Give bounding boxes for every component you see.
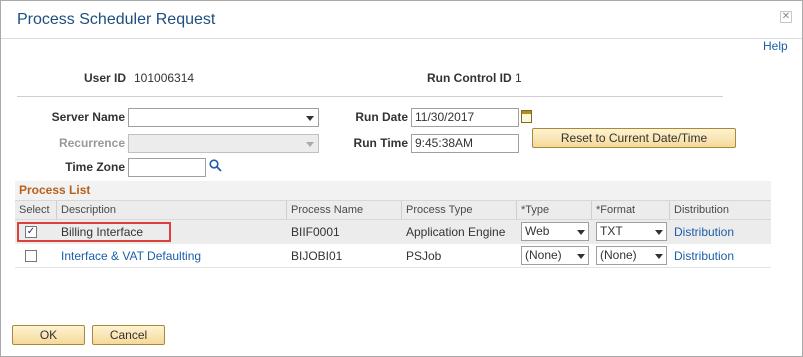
col-header-process-name: Process Name	[291, 204, 364, 216]
distribution-link[interactable]: Distribution	[674, 225, 734, 239]
process-scheduler-dialog: Process Scheduler Request ✕ Help User ID…	[0, 0, 803, 357]
row-process-name: BIIF0001	[291, 225, 340, 239]
time-zone-label: Time Zone	[65, 160, 125, 174]
reset-date-time-button[interactable]: Reset to Current Date/Time	[532, 128, 736, 148]
col-separator	[401, 201, 402, 221]
select-checkbox[interactable]	[25, 250, 37, 262]
run-date-label: Run Date	[355, 110, 408, 124]
cancel-button[interactable]: Cancel	[92, 325, 165, 345]
process-list-grid: Process List Select Description Process …	[15, 181, 771, 269]
user-id-value: 101006314	[134, 71, 195, 85]
time-zone-input[interactable]	[128, 158, 206, 177]
help-link[interactable]: Help	[763, 39, 788, 53]
chevron-down-icon[interactable]	[306, 116, 314, 121]
dialog-titlebar: Process Scheduler Request ✕	[1, 1, 802, 39]
server-name-label: Server Name	[51, 110, 125, 124]
row-process-type: PSJob	[406, 249, 442, 263]
close-icon[interactable]: ✕	[780, 11, 792, 23]
chevron-down-icon	[306, 142, 314, 147]
recurrence-select	[128, 134, 319, 153]
col-separator	[286, 201, 287, 221]
row-process-name: BIJOBI01	[291, 249, 343, 263]
col-header-description: Description	[61, 204, 117, 216]
run-control-id-label: Run Control ID	[427, 71, 512, 85]
col-header-distribution: Distribution	[674, 204, 730, 216]
col-separator	[669, 201, 670, 221]
process-list-title: Process List	[15, 181, 771, 200]
recurrence-label: Recurrence	[58, 136, 125, 150]
run-time-label: Run Time	[353, 136, 408, 150]
col-separator	[516, 201, 517, 221]
row-description-link[interactable]: Interface & VAT Defaulting	[61, 249, 201, 263]
col-header-process-type: Process Type	[406, 204, 473, 216]
col-header-select: Select	[19, 204, 50, 216]
table-row: ✓ Billing Interface BIIF0001 Application…	[15, 220, 771, 244]
calendar-icon[interactable]	[521, 110, 532, 123]
run-date-input[interactable]: 11/30/2017	[411, 108, 519, 127]
table-row: Interface & VAT Defaulting BIJOBI01 PSJo…	[15, 244, 771, 268]
chevron-down-icon[interactable]	[655, 254, 663, 259]
distribution-link[interactable]: Distribution	[674, 249, 734, 263]
divider	[17, 96, 723, 97]
user-id-label: User ID	[84, 71, 127, 85]
ok-button[interactable]: OK	[12, 325, 85, 345]
row-description: Billing Interface	[61, 225, 144, 239]
run-control-id-value: 1	[515, 71, 522, 85]
chevron-down-icon[interactable]	[577, 254, 585, 259]
col-header-type: *Type	[521, 204, 550, 216]
chevron-down-icon[interactable]	[577, 230, 585, 235]
col-separator	[56, 201, 57, 221]
search-icon[interactable]	[209, 159, 222, 172]
col-separator	[591, 201, 592, 221]
row-process-type: Application Engine	[406, 225, 506, 239]
chevron-down-icon[interactable]	[655, 230, 663, 235]
grid-header-row: Select Description Process Name Process …	[15, 200, 771, 221]
col-header-format: *Format	[596, 204, 636, 216]
server-name-select[interactable]	[128, 108, 319, 127]
dialog-title: Process Scheduler Request	[17, 11, 216, 28]
run-time-input[interactable]: 9:45:38AM	[411, 134, 519, 153]
